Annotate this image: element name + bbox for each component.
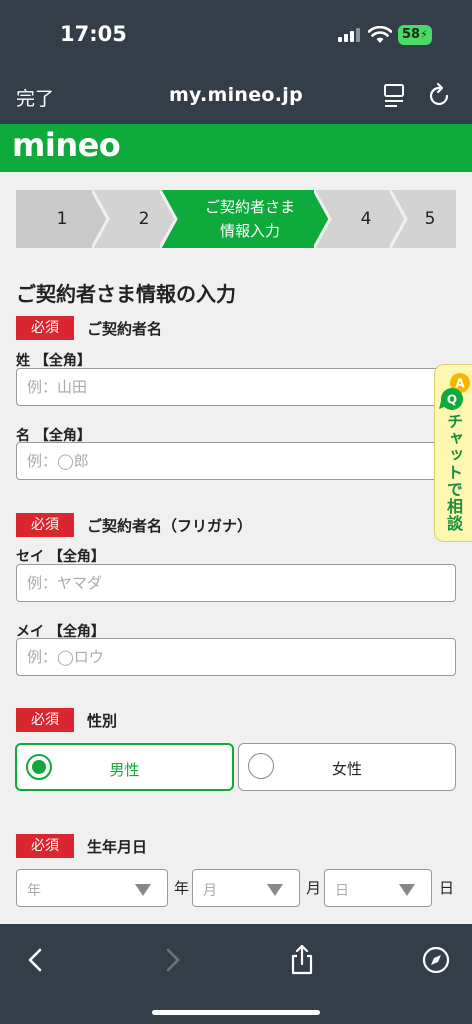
day-unit: 日 [439, 879, 455, 897]
battery-level: 58 [402, 27, 421, 42]
browser-toolbar [0, 924, 472, 1024]
forward-icon[interactable] [156, 944, 188, 976]
wifi-icon [368, 26, 392, 43]
step-5: 5 [390, 190, 456, 248]
status-time: 17:05 [60, 22, 127, 46]
dropdown-arrow-icon [267, 884, 283, 896]
dropdown-arrow-icon [135, 884, 151, 896]
page-title: ご契約者さま情報の入力 [16, 282, 236, 306]
browser-bar: 完了 my.mineo.jp [0, 70, 472, 124]
last-name-kana-label: セイ 【全角】 [16, 549, 105, 565]
first-name-input[interactable] [16, 442, 456, 480]
gender-label: 性別 [87, 712, 118, 730]
step-1-label: 1 [56, 209, 68, 229]
year-unit: 年 [174, 879, 190, 897]
birth-month-placeholder: 月 [203, 883, 217, 899]
contractor-kana-label: ご契約者名（フリガナ） [87, 517, 253, 535]
birth-year-select[interactable]: 年 [16, 869, 168, 907]
birth-month-select[interactable]: 月 [192, 869, 300, 907]
mineo-logo[interactable]: mineo [12, 126, 121, 164]
required-badge: 必須 [16, 513, 74, 537]
contractor-name-label: ご契約者名 [87, 320, 163, 338]
dropdown-arrow-icon [399, 884, 415, 896]
gender-female-radio[interactable]: 女性 [238, 743, 456, 791]
gender-female-label: 女性 [331, 760, 362, 778]
gender-male-label: 男性 [109, 761, 140, 779]
step-3-label-line2: 情報入力 [219, 222, 280, 240]
birth-day-select[interactable]: 日 [324, 869, 432, 907]
battery-icon: 58⚡ [398, 25, 432, 45]
required-badge: 必須 [16, 316, 74, 340]
reader-view-icon[interactable] [383, 83, 405, 109]
gender-male-radio[interactable]: 男性 [15, 743, 234, 791]
birthdate-label: 生年月日 [87, 838, 148, 856]
chat-icon-a: A [455, 377, 465, 391]
status-bar: 17:05 58⚡ [0, 0, 472, 70]
cellular-signal-icon [338, 28, 362, 42]
required-badge: 必須 [16, 708, 74, 732]
home-indicator [152, 1010, 320, 1015]
qa-chat-icon: A Q [439, 373, 470, 410]
step-3-current: ご契約者さま 情報入力 [160, 190, 330, 248]
done-button[interactable]: 完了 [16, 84, 54, 111]
reload-icon[interactable] [428, 82, 452, 108]
chat-icon-q: Q [447, 393, 457, 407]
step-progress: 1 2 ご契約者さま 情報入力 4 5 [16, 190, 456, 248]
month-unit: 月 [306, 879, 322, 897]
chat-consult-tab[interactable]: A Q チャットで相談 [434, 364, 472, 542]
step-2-label: 2 [138, 209, 150, 229]
birth-year-placeholder: 年 [27, 883, 41, 899]
birth-day-placeholder: 日 [335, 883, 349, 899]
step-4-label: 4 [360, 209, 372, 229]
last-name-input[interactable] [16, 368, 456, 406]
step-3-label-line1: ご契約者さま [204, 198, 295, 216]
chat-consult-label: チャットで相談 [444, 413, 463, 532]
last-name-kana-input[interactable] [16, 564, 456, 602]
required-badge: 必須 [16, 834, 74, 858]
compass-icon[interactable] [420, 944, 452, 976]
brand-header: mineo [0, 124, 472, 172]
share-icon[interactable] [286, 944, 318, 976]
first-name-kana-input[interactable] [16, 638, 456, 676]
last-name-label: 姓 【全角】 [16, 353, 91, 369]
step-5-label: 5 [424, 209, 436, 229]
back-icon[interactable] [20, 944, 52, 976]
